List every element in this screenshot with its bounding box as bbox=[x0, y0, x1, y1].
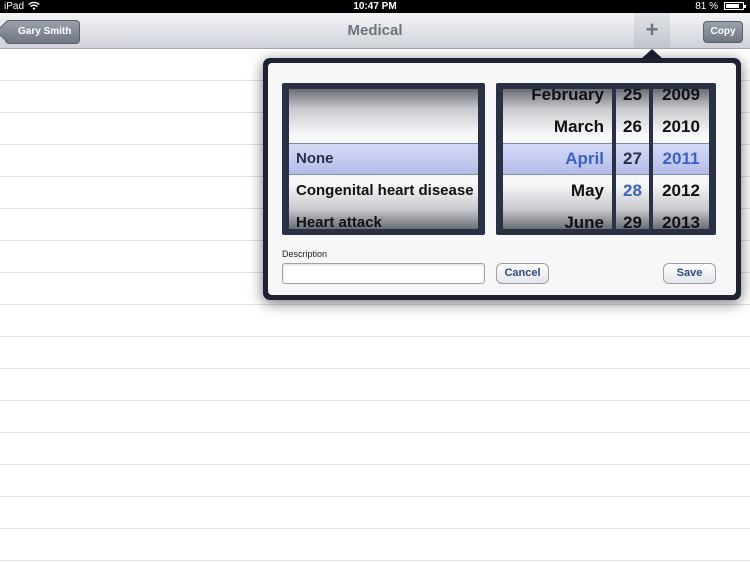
month-row[interactable]: March bbox=[503, 111, 612, 143]
day-wheel[interactable]: 25 26 27 28 29 bbox=[616, 89, 649, 229]
picker-row[interactable]: Congenital heart disease bbox=[289, 175, 478, 207]
day-row[interactable]: 29 bbox=[616, 207, 649, 229]
add-button[interactable]: + bbox=[634, 13, 670, 48]
year-row[interactable]: 2012 bbox=[653, 175, 709, 207]
save-button[interactable]: Save bbox=[663, 263, 716, 284]
year-row[interactable]: 2009 bbox=[653, 89, 709, 111]
month-wheel[interactable]: February March April May June bbox=[503, 89, 612, 229]
year-wheel[interactable]: 2009 2010 2011 2012 2013 bbox=[653, 89, 709, 229]
month-row-selected[interactable]: April bbox=[503, 143, 612, 175]
condition-wheel[interactable]: None Congenital heart disease Heart atta… bbox=[289, 89, 478, 229]
popover-content: None Congenital heart disease Heart atta… bbox=[268, 63, 736, 295]
day-row[interactable]: 25 bbox=[616, 89, 649, 111]
year-row-selected[interactable]: 2011 bbox=[653, 143, 709, 175]
month-row[interactable]: June bbox=[503, 207, 612, 229]
year-row[interactable]: 2010 bbox=[653, 111, 709, 143]
picker-row[interactable] bbox=[289, 89, 478, 111]
month-row[interactable]: February bbox=[503, 89, 612, 111]
condition-picker[interactable]: None Congenital heart disease Heart atta… bbox=[282, 83, 485, 235]
picker-row-selected[interactable]: None bbox=[289, 143, 478, 175]
day-row-today[interactable]: 28 bbox=[616, 175, 649, 207]
copy-button[interactable]: Copy bbox=[703, 21, 743, 43]
description-label: Description bbox=[282, 249, 328, 259]
battery-percent: 81 % bbox=[695, 1, 718, 12]
day-row[interactable]: 26 bbox=[616, 111, 649, 143]
cancel-button[interactable]: Cancel bbox=[496, 263, 549, 284]
clock: 10:47 PM bbox=[353, 1, 397, 12]
navigation-bar: Gary Smith Medical + Copy bbox=[0, 13, 750, 49]
status-bar: iPad 10:47 PM 81 % bbox=[0, 0, 750, 13]
back-button[interactable]: Gary Smith bbox=[5, 20, 81, 44]
date-picker[interactable]: February March April May June 25 26 27 2… bbox=[496, 83, 716, 235]
year-row[interactable]: 2013 bbox=[653, 207, 709, 229]
battery-icon bbox=[724, 2, 746, 10]
add-condition-popover: None Congenital heart disease Heart atta… bbox=[263, 58, 741, 300]
month-row[interactable]: May bbox=[503, 175, 612, 207]
picker-row[interactable]: Heart attack bbox=[289, 207, 478, 229]
day-row-selected[interactable]: 27 bbox=[616, 143, 649, 175]
description-input[interactable] bbox=[282, 263, 485, 284]
